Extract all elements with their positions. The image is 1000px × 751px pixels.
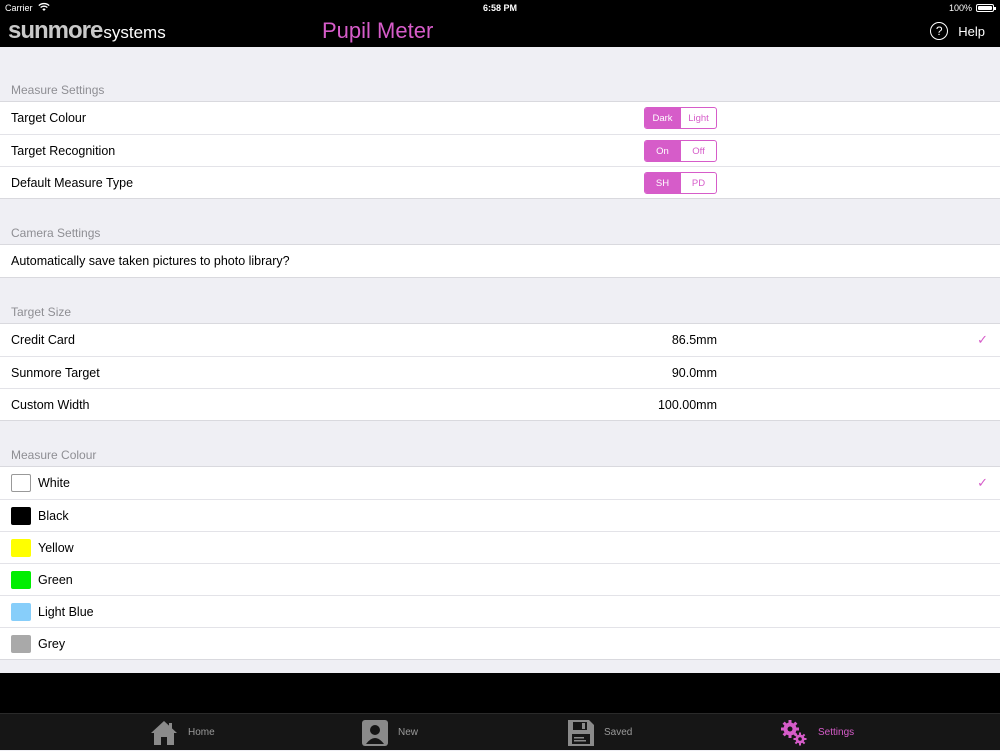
help-label: Help <box>958 23 985 39</box>
checkmark-icon: ✓ <box>977 475 988 490</box>
floppy-disk-icon <box>568 719 594 746</box>
page-title: Pupil Meter <box>322 18 434 43</box>
tab-new[interactable]: New <box>362 714 418 751</box>
row-target-colour: Target Colour Dark Light <box>0 102 1000 134</box>
segment-off[interactable]: Off <box>680 141 716 161</box>
row-colour-yellow[interactable]: Yellow <box>0 531 1000 563</box>
row-label: Yellow <box>38 540 74 555</box>
section-header-measure-settings: Measure Settings <box>11 83 105 97</box>
gears-icon <box>781 719 807 745</box>
help-circle-icon: ? <box>930 22 949 40</box>
colour-swatch <box>11 570 31 589</box>
sunmore-logo: sunmoresystems <box>8 17 166 45</box>
row-label: Default Measure Type <box>11 175 134 190</box>
row-value: 86.5mm <box>671 333 717 347</box>
row-label: Light Blue <box>38 604 94 619</box>
row-target-recognition: Target Recognition On Off <box>0 134 1000 166</box>
row-value: 100.00mm <box>657 397 717 412</box>
row-colour-grey[interactable]: Grey <box>0 627 1000 659</box>
new-person-icon <box>362 719 388 746</box>
checkmark-icon: ✓ <box>977 332 988 347</box>
measure-colour-group: White ✓ Black Yellow Green Light Blue Gr… <box>0 466 1000 660</box>
section-header-camera-settings: Camera Settings <box>11 226 101 240</box>
row-custom-width[interactable]: Custom Width 100.00mm <box>0 388 1000 420</box>
battery-icon <box>976 4 996 12</box>
row-colour-light-blue[interactable]: Light Blue <box>0 595 1000 627</box>
tab-home[interactable]: Home <box>150 714 215 751</box>
target-size-group: Credit Card 86.5mm ✓ Sunmore Target 90.0… <box>0 323 1000 421</box>
bottom-spacer <box>0 673 1000 713</box>
colour-swatch <box>11 602 31 621</box>
logo-text-sub: systems <box>103 23 166 42</box>
measure-settings-group: Target Colour Dark Light Target Recognit… <box>0 101 1000 199</box>
row-colour-white[interactable]: White ✓ <box>0 467 1000 499</box>
row-value: 90.0mm <box>671 365 717 380</box>
section-header-measure-colour: Measure Colour <box>11 448 97 462</box>
segment-on[interactable]: On <box>645 141 680 161</box>
home-icon <box>151 720 177 745</box>
measure-type-segmented-control[interactable]: SH PD <box>644 172 717 194</box>
row-label: Automatically save taken pictures to pho… <box>11 254 290 268</box>
tab-label: New <box>398 727 419 738</box>
row-auto-save-pictures[interactable]: Automatically save taken pictures to pho… <box>0 245 1000 277</box>
colour-swatch <box>11 538 31 557</box>
segment-light[interactable]: Light <box>680 108 716 128</box>
logo-text-main: sunmore <box>8 17 103 44</box>
status-bar: Carrier 6:58 PM 100% <box>0 0 1000 16</box>
row-colour-green[interactable]: Green <box>0 563 1000 595</box>
tab-bar: Home New Saved Settings <box>0 713 1000 750</box>
tab-settings[interactable]: Settings <box>780 714 854 751</box>
row-label: Target Colour <box>11 111 87 125</box>
target-recognition-segmented-control[interactable]: On Off <box>644 140 717 162</box>
tab-label: Settings <box>818 727 855 738</box>
row-colour-black[interactable]: Black <box>0 499 1000 531</box>
section-header-target-size: Target Size <box>11 305 72 319</box>
row-credit-card[interactable]: Credit Card 86.5mm ✓ <box>0 324 1000 356</box>
row-label: Green <box>38 572 73 587</box>
target-colour-segmented-control[interactable]: Dark Light <box>644 107 717 129</box>
tab-saved[interactable]: Saved <box>568 714 632 751</box>
camera-settings-group: Automatically save taken pictures to pho… <box>0 244 1000 278</box>
row-label: Black <box>38 508 69 523</box>
row-label: Target Recognition <box>11 143 116 158</box>
row-label: Sunmore Target <box>11 365 100 380</box>
colour-swatch <box>11 474 31 492</box>
row-sunmore-target[interactable]: Sunmore Target 90.0mm <box>0 356 1000 388</box>
tab-label: Home <box>188 727 215 738</box>
settings-list[interactable]: Measure Settings Target Colour Dark Ligh… <box>0 47 1000 673</box>
tab-label: Saved <box>604 727 633 738</box>
segment-sh[interactable]: SH <box>645 173 680 193</box>
clock: 6:58 PM <box>482 3 517 13</box>
help-button[interactable]: ? Help <box>930 22 985 40</box>
row-label: White <box>38 476 70 490</box>
nav-bar: sunmoresystems Pupil Meter ? Help <box>0 16 1000 47</box>
colour-swatch <box>11 634 31 653</box>
row-default-measure-type: Default Measure Type SH PD <box>0 166 1000 198</box>
colour-swatch <box>11 506 31 525</box>
row-label: Credit Card <box>11 333 75 347</box>
row-label: Grey <box>38 636 66 651</box>
segment-pd[interactable]: PD <box>680 173 716 193</box>
row-label: Custom Width <box>11 397 90 412</box>
battery-percent: 100% <box>948 3 972 13</box>
segment-dark[interactable]: Dark <box>645 108 680 128</box>
